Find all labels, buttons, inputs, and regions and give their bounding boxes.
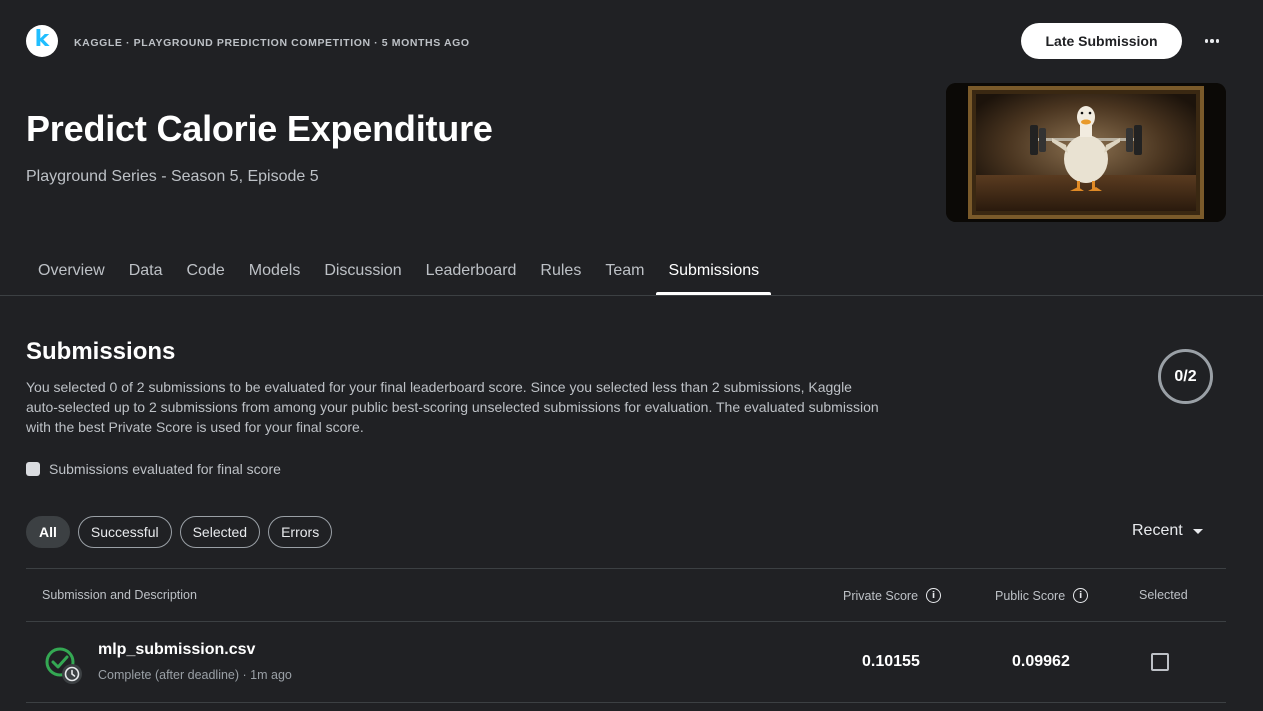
column-header-selected: Selected: [1139, 588, 1188, 602]
tab-rules[interactable]: Rules: [528, 250, 593, 296]
table-header-divider: [26, 621, 1226, 622]
column-header-selected-label: Selected: [1139, 588, 1188, 602]
tab-data[interactable]: Data: [117, 250, 175, 296]
competition-meta: KAGGLE · PLAYGROUND PREDICTION COMPETITI…: [74, 37, 470, 49]
late-submission-button[interactable]: Late Submission: [1021, 23, 1182, 59]
private-score-value: 0.10155: [862, 653, 920, 670]
kaggle-logo[interactable]: k: [26, 25, 58, 57]
tab-submissions[interactable]: Submissions: [656, 250, 771, 296]
filter-chips: All Successful Selected Errors: [26, 516, 333, 548]
tabs-divider: [0, 295, 1263, 296]
table-row-divider: [26, 702, 1226, 703]
page-subtitle: Playground Series - Season 5, Episode 5: [26, 168, 319, 185]
evaluated-filter[interactable]: Submissions evaluated for final score: [26, 461, 281, 477]
public-score-value: 0.09962: [1012, 653, 1070, 670]
table-top-border: [26, 568, 1226, 569]
info-icon[interactable]: i: [926, 588, 942, 603]
column-header-submission: Submission and Description: [42, 588, 197, 602]
section-description: You selected 0 of 2 submissions to be ev…: [26, 379, 879, 435]
info-icon[interactable]: i: [1073, 588, 1089, 603]
section-title: Submissions: [26, 338, 176, 365]
sort-label: Recent: [1132, 522, 1183, 539]
evaluated-filter-label: Submissions evaluated for final score: [49, 461, 281, 477]
page-title: Predict Calorie Expenditure: [26, 108, 493, 149]
filter-chip-errors[interactable]: Errors: [268, 516, 333, 548]
tab-models[interactable]: Models: [237, 250, 313, 296]
submission-status: Complete (after deadline) · 1m ago: [98, 668, 292, 682]
tab-team[interactable]: Team: [593, 250, 656, 296]
column-header-submission-label: Submission and Description: [42, 588, 197, 602]
tab-overview[interactable]: Overview: [26, 250, 117, 296]
column-header-public-label: Public Score: [995, 588, 1066, 603]
filter-chip-selected[interactable]: Selected: [179, 516, 261, 548]
filter-chip-successful[interactable]: Successful: [77, 516, 172, 548]
logo-letter: k: [34, 27, 50, 52]
column-header-private-score: Private Score i: [843, 588, 942, 603]
column-header-private-label: Private Score: [843, 588, 919, 603]
tab-code[interactable]: Code: [174, 250, 236, 296]
column-header-public-score: Public Score i: [995, 588, 1089, 603]
selection-counter: 0/2: [1158, 349, 1213, 404]
submission-file-name[interactable]: mlp_submission.csv: [98, 641, 255, 659]
check-circle-clock-icon: [44, 647, 84, 687]
sort-dropdown[interactable]: Recent: [1132, 522, 1203, 540]
more-options-icon[interactable]: [1198, 29, 1226, 53]
filter-chip-all[interactable]: All: [26, 516, 70, 548]
caret-down-icon: [1192, 528, 1203, 534]
tab-discussion[interactable]: Discussion: [312, 250, 413, 296]
page: k KAGGLE · PLAYGROUND PREDICTION COMPETI…: [0, 0, 1263, 711]
tab-leaderboard[interactable]: Leaderboard: [414, 250, 529, 296]
select-submission-checkbox[interactable]: [1151, 653, 1169, 671]
competition-tabs: Overview Data Code Models Discussion Lea…: [26, 250, 771, 296]
evaluated-filter-checkbox[interactable]: [26, 462, 40, 476]
competition-banner-image: [946, 83, 1226, 222]
